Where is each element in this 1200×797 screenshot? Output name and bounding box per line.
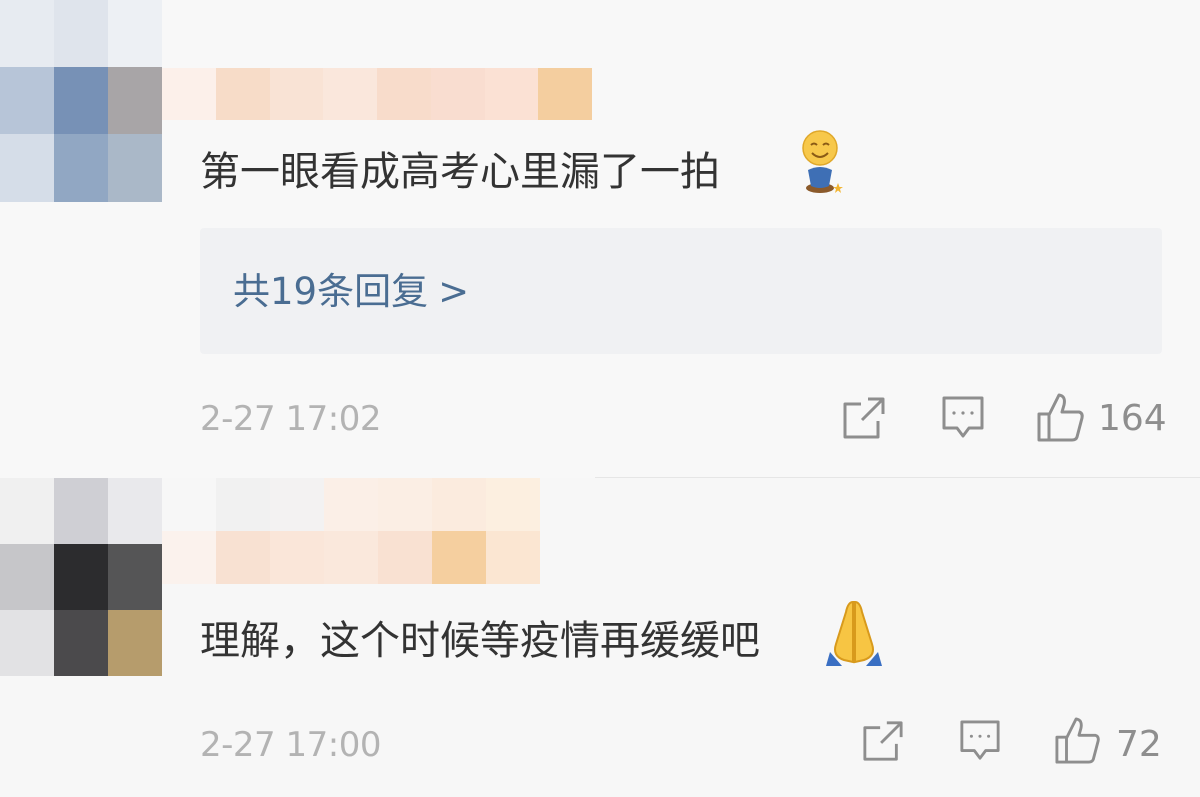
replies-box[interactable]: 共19条回复 > [200, 228, 1162, 354]
thumbs-up-icon[interactable] [1037, 392, 1085, 448]
share-icon[interactable] [862, 720, 904, 766]
comment-icon[interactable] [959, 718, 1001, 768]
replies-count-label[interactable]: 共19条回复 [233, 270, 428, 313]
timestamp: 2-27 17:00 [200, 725, 381, 765]
username[interactable] [162, 68, 592, 120]
folded-hands-emoji [822, 596, 886, 672]
avatar[interactable] [0, 478, 162, 676]
like-count: 72 [1116, 724, 1162, 765]
view-replies-link[interactable]: 共19条回复 > [233, 273, 469, 310]
thumbs-up-icon[interactable] [1055, 715, 1101, 771]
comment-text: 理解，这个时候等疫情再缓缓吧 [200, 618, 760, 664]
smiling-face-on-pot-emoji [796, 126, 844, 200]
chevron-right-icon[interactable]: > [438, 270, 469, 313]
comment-item: 理解，这个时候等疫情再缓缓吧 2-27 17:00 72 [0, 478, 1200, 797]
timestamp: 2-27 17:02 [200, 399, 381, 439]
username[interactable] [162, 478, 594, 584]
comment-item: 第一眼看成高考心里漏了一拍 共19条回复 > 2-27 17:02 164 [0, 0, 1200, 478]
comment-icon[interactable] [941, 395, 985, 445]
like-count: 164 [1098, 398, 1167, 439]
comment-text: 第一眼看成高考心里漏了一拍 [200, 149, 720, 195]
avatar[interactable] [0, 0, 162, 202]
share-icon[interactable] [842, 396, 886, 444]
